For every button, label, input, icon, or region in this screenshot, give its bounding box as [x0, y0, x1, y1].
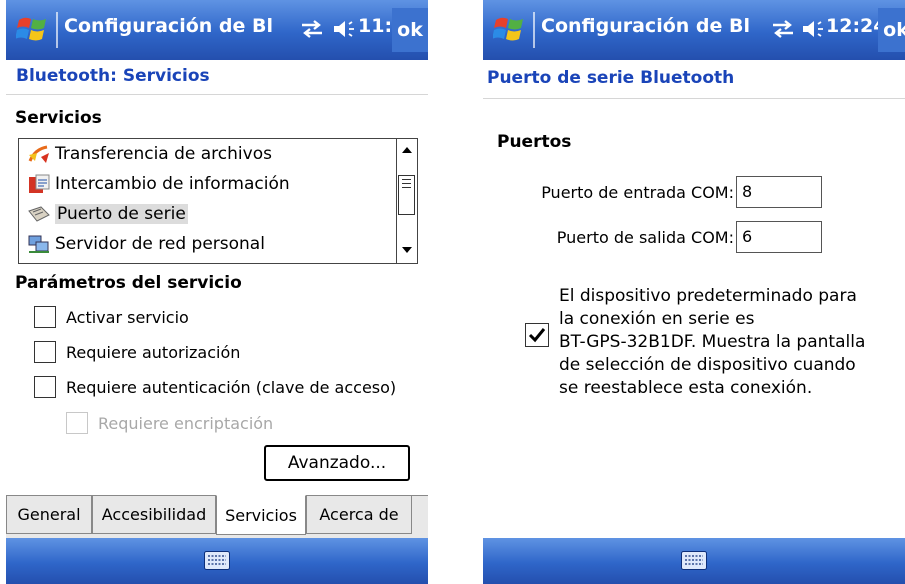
list-item-label: Servidor de red personal — [55, 234, 265, 254]
checkbox-label: Requiere encriptación — [98, 413, 274, 433]
header-divider — [483, 98, 905, 99]
serial-port-screen: Configuración de Bl 12:24 ok Puerto de s… — [483, 0, 905, 584]
title-bar: Configuración de Bl 11:59 ok — [6, 0, 428, 60]
checkmark-icon — [528, 328, 546, 343]
page-title: Bluetooth: Servicios — [16, 66, 210, 86]
volume-icon[interactable] — [331, 17, 357, 41]
description-line: de selección de dispositivo cuando — [559, 355, 856, 375]
arrow-down-icon — [402, 247, 412, 253]
list-item-label: Transferencia de archivos — [55, 144, 272, 164]
incoming-port-label: Puerto de entrada COM: — [541, 183, 734, 202]
connectivity-icon[interactable] — [770, 17, 796, 41]
require-encryption-checkbox: Requiere encriptación — [66, 412, 273, 434]
checkbox-label: Requiere autorización — [66, 342, 241, 362]
tab-general[interactable]: General — [6, 496, 92, 534]
checkbox-box[interactable] — [34, 376, 56, 398]
keyboard-icon[interactable] — [681, 551, 707, 570]
list-item-file-transfer[interactable]: Transferencia de archivos — [27, 140, 272, 168]
services-screen: Configuración de Bl 11:59 ok Bluetooth: … — [6, 0, 428, 584]
services-heading: Servicios — [15, 108, 102, 128]
file-transfer-icon — [28, 145, 49, 163]
checkbox-label: Activar servicio — [66, 307, 189, 327]
bottom-menu-bar — [483, 538, 905, 584]
list-item-info-exchange[interactable]: Intercambio de información — [27, 170, 290, 198]
bottom-menu-bar — [6, 538, 428, 584]
checkbox-box — [66, 412, 88, 434]
header-divider — [6, 94, 428, 95]
ports-heading: Puertos — [497, 132, 572, 152]
advanced-button[interactable]: Avanzado... — [264, 445, 410, 481]
description-line: El dispositivo predeterminado para — [559, 286, 857, 306]
title-bar: Configuración de Bl 12:24 ok — [483, 0, 905, 60]
tab-accessibility[interactable]: Accesibilidad — [92, 496, 216, 534]
connectivity-icon[interactable] — [299, 17, 325, 41]
default-device-checkbox[interactable] — [525, 323, 549, 347]
network-server-icon — [28, 235, 49, 253]
incoming-port-field[interactable]: 8 — [736, 176, 822, 208]
scroll-thumb[interactable] — [398, 175, 415, 215]
keyboard-icon[interactable] — [204, 551, 230, 570]
outgoing-port-field[interactable]: 6 — [736, 221, 822, 253]
window-title: Configuración de Bl — [64, 15, 273, 37]
default-device-description: El dispositivo predeterminado para la co… — [559, 285, 905, 400]
scroll-down-button[interactable] — [397, 240, 417, 260]
services-listbox[interactable]: Transferencia de archivos Intercambio de… — [18, 138, 418, 264]
checkbox-box[interactable] — [34, 306, 56, 328]
description-line: se reestablece esta conexión. — [559, 378, 813, 398]
ok-button[interactable]: ok — [392, 8, 428, 52]
ok-button[interactable]: ok — [878, 8, 905, 52]
require-authorization-checkbox[interactable]: Requiere autorización — [34, 341, 240, 363]
serial-port-icon — [28, 206, 50, 222]
description-line: BT-GPS-32B1DF. Muestra la pantalla — [559, 332, 866, 352]
checkbox-box[interactable] — [34, 341, 56, 363]
page-title: Puerto de serie Bluetooth — [487, 68, 735, 88]
info-exchange-icon — [29, 174, 50, 193]
activate-service-checkbox[interactable]: Activar servicio — [34, 306, 189, 328]
windows-start-icon[interactable] — [493, 14, 527, 44]
title-separator — [533, 12, 535, 48]
tab-services[interactable]: Servicios — [216, 495, 306, 535]
window-title: Configuración de Bl — [541, 15, 750, 37]
tab-bar: General Accesibilidad Servicios Acerca d… — [6, 495, 428, 539]
list-item-label: Puerto de serie — [55, 204, 188, 224]
services-scrollbar[interactable] — [396, 139, 417, 263]
list-item-network-server[interactable]: Servidor de red personal — [27, 230, 265, 258]
list-item-label: Intercambio de información — [55, 174, 290, 194]
tab-about[interactable]: Acerca de — [306, 496, 412, 534]
service-params-heading: Parámetros del servicio — [15, 273, 242, 293]
list-item-serial-port[interactable]: Puerto de serie — [27, 200, 188, 228]
volume-icon[interactable] — [800, 17, 826, 41]
checkbox-label: Requiere autenticación (clave de acceso) — [66, 377, 397, 397]
scroll-up-button[interactable] — [397, 140, 417, 160]
windows-start-icon[interactable] — [16, 14, 50, 44]
arrow-up-icon — [402, 147, 412, 153]
require-authentication-checkbox[interactable]: Requiere autenticación (clave de acceso) — [34, 376, 396, 398]
title-separator — [56, 12, 58, 48]
outgoing-port-label: Puerto de salida COM: — [556, 228, 734, 247]
description-line: la conexión en serie es — [559, 309, 755, 329]
